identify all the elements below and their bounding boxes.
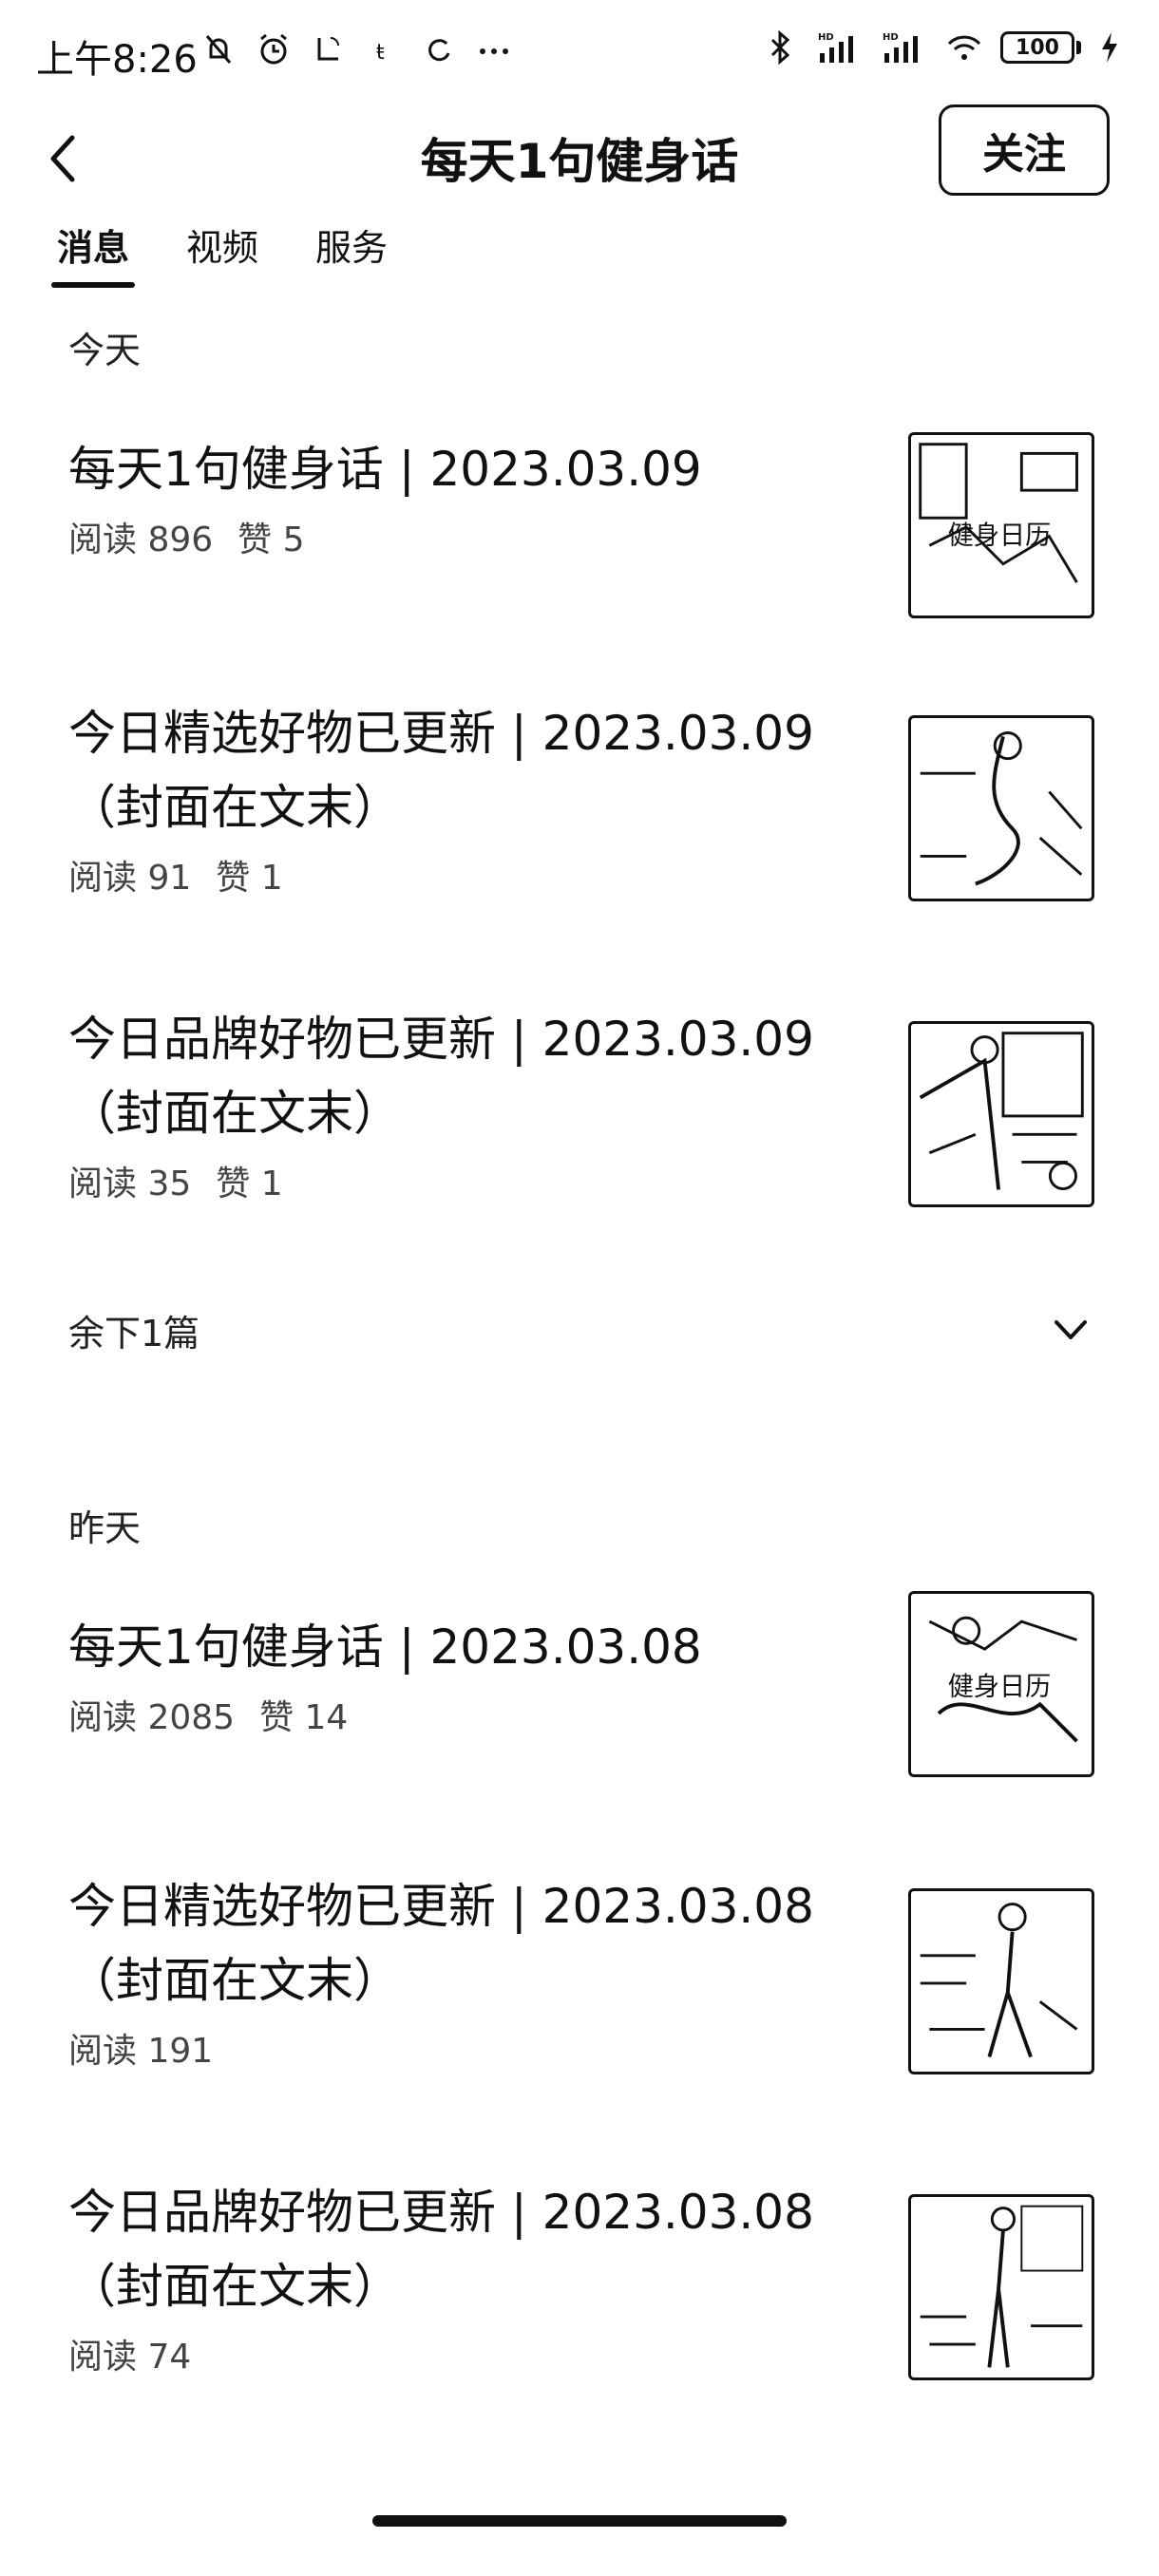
article-reads: 阅读 91: [68, 859, 192, 898]
status-time: 上午8:26: [36, 38, 198, 82]
remaining-count-label: 余下1篇: [68, 1312, 200, 1354]
article-title: 今日精选好物已更新 | 2023.03.08（封面在文末）: [68, 1879, 814, 2008]
more-dots-icon: [475, 28, 513, 70]
mute-bell-icon: [200, 28, 238, 70]
article-thumbnail: 健身日历: [908, 432, 1094, 618]
article-likes: 赞 14: [259, 1698, 349, 1737]
tab-messages[interactable]: 消息: [50, 218, 136, 288]
article-thumbnail: [908, 715, 1094, 901]
thumbnail-calendar-text: 健身日历: [948, 1673, 1052, 1702]
svg-text:HD: HD: [883, 32, 899, 43]
app-notify-icon: [310, 28, 348, 70]
status-icons-left: ŧ: [200, 28, 513, 70]
home-indicator[interactable]: [372, 2515, 787, 2527]
svg-text:HD: HD: [818, 32, 834, 43]
nav-bar: 每天1句健身话 关注: [0, 104, 1159, 209]
article-likes: 赞 1: [216, 1165, 283, 1203]
section-label-today: 今天: [68, 330, 142, 371]
article-thumbnail: [908, 1021, 1094, 1207]
battery-indicator: 100: [1000, 31, 1081, 64]
article-thumbnail: 健身日历: [908, 1591, 1094, 1777]
list-item[interactable]: 每天1句健身话 | 2023.03.09 阅读 896 赞 5 健身日历: [68, 432, 1094, 618]
article-reads: 阅读 35: [68, 1165, 192, 1203]
article-reads: 阅读 191: [68, 2032, 214, 2071]
svg-text:ŧ: ŧ: [376, 41, 385, 65]
article-thumbnail: [908, 2194, 1094, 2380]
status-bar: 上午8:26 ŧ HD HD 100: [0, 0, 1159, 104]
battery-level: 100: [1000, 31, 1074, 64]
tab-bar: 消息 视频 服务: [50, 218, 388, 288]
article-likes: 赞 5: [238, 521, 305, 559]
article-title: 每天1句健身话 | 2023.03.08: [68, 1619, 702, 1675]
article-reads: 阅读 896: [68, 521, 214, 559]
follow-button[interactable]: 关注: [939, 104, 1110, 196]
article-thumbnail: [908, 1888, 1094, 2074]
article-title: 今日精选好物已更新 | 2023.03.09（封面在文末）: [68, 706, 814, 835]
article-title: 今日品牌好物已更新 | 2023.03.08（封面在文末）: [68, 2185, 814, 2314]
list-item[interactable]: 每天1句健身话 | 2023.03.08 阅读 2085 赞 14 健身日历: [68, 1591, 1094, 1777]
list-item[interactable]: 今日品牌好物已更新 | 2023.03.09（封面在文末） 阅读 35 赞 1: [68, 1002, 1094, 1207]
expand-remaining-row[interactable]: 余下1篇: [68, 1292, 1094, 1368]
sync-icon: [420, 28, 458, 70]
battery-tip: [1076, 41, 1081, 54]
chevron-down-icon: [1054, 1320, 1087, 1339]
list-item[interactable]: 今日品牌好物已更新 | 2023.03.08（封面在文末） 阅读 74: [68, 2175, 1094, 2380]
signal-hd-1-icon: HD: [816, 27, 864, 68]
taobao-notify-icon: ŧ: [365, 28, 403, 70]
article-title: 每天1句健身话 | 2023.03.09: [68, 442, 702, 497]
article-likes: 赞 1: [216, 859, 283, 898]
article-title: 今日品牌好物已更新 | 2023.03.09（封面在文末）: [68, 1012, 814, 1141]
bluetooth-icon: [761, 27, 799, 68]
status-icons-right: HD HD 100: [761, 27, 1121, 68]
signal-hd-2-icon: HD: [881, 27, 928, 68]
article-reads: 阅读 2085: [68, 1698, 236, 1737]
thumbnail-calendar-text: 健身日历: [948, 521, 1052, 550]
wifi-icon: [945, 27, 983, 68]
list-item[interactable]: 今日精选好物已更新 | 2023.03.09（封面在文末） 阅读 91 赞 1: [68, 696, 1094, 901]
tab-videos[interactable]: 视频: [186, 218, 258, 288]
tab-services[interactable]: 服务: [315, 218, 388, 288]
alarm-icon: [255, 28, 293, 70]
charging-icon: [1098, 27, 1121, 68]
section-label-yesterday: 昨天: [68, 1507, 142, 1549]
list-item[interactable]: 今日精选好物已更新 | 2023.03.08（封面在文末） 阅读 191: [68, 1869, 1094, 2074]
article-reads: 阅读 74: [68, 2338, 192, 2377]
